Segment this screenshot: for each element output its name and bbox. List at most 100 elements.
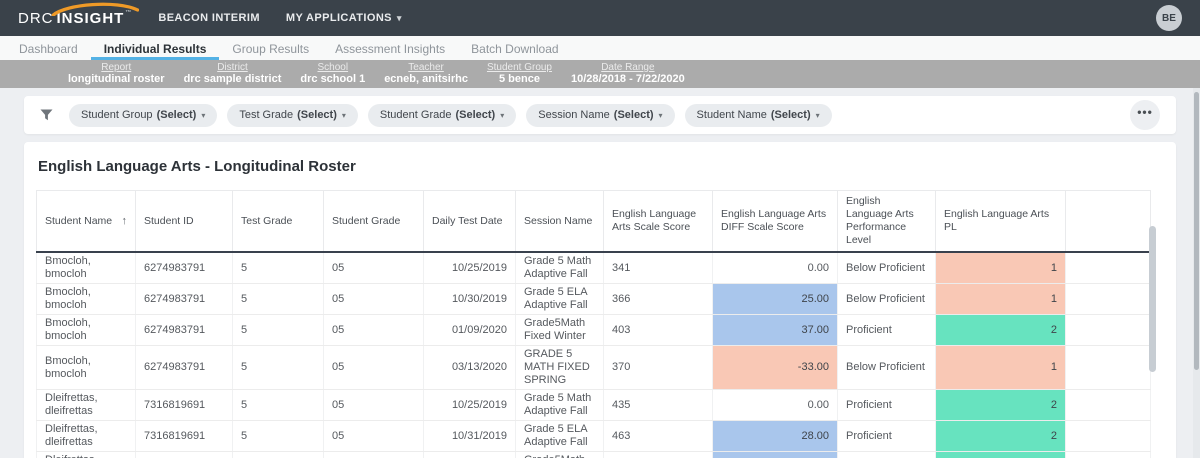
cell-pl: 2 (935, 314, 1066, 346)
cell-perf: Below Proficient (837, 252, 936, 284)
logo-text-insight: INSIGHT™ (51, 2, 139, 27)
cell-scale: 403 (603, 314, 713, 346)
column-header-perf[interactable]: English Language Arts Performance Level (837, 190, 936, 253)
tab-dashboard[interactable]: Dashboard (6, 36, 91, 60)
window-scrollbar-track[interactable] (1193, 88, 1200, 458)
cell-session: Grade5Math Fixed Winter (515, 314, 604, 346)
cell-date: 01/09/2020 (423, 451, 516, 458)
filter-pill-session-name[interactable]: Session Name (Select) ▾ (526, 103, 675, 127)
context-value: longitudinal roster (68, 73, 165, 85)
context-label: Report (101, 62, 132, 73)
column-header-id[interactable]: Student ID (135, 190, 233, 253)
context-value: drc school 1 (300, 73, 366, 85)
column-header-student-grade[interactable]: Student Grade (323, 190, 424, 253)
filter-pill-test-grade[interactable]: Test Grade (Select) ▾ (227, 103, 358, 127)
cell-name: Bmocloh, bmocloh (36, 252, 136, 284)
cell-perf: Proficient (837, 389, 936, 421)
report-context-bar: Report longitudinal roster District drc sam… (0, 60, 1200, 88)
logo-text-drc: DRC (18, 9, 54, 27)
column-header-scale[interactable]: English Language Arts Scale Score (603, 190, 713, 253)
cell-diff: -33.00 (712, 345, 838, 390)
context-value: 5 bence (498, 73, 540, 85)
cell-pl: 1 (935, 345, 1066, 390)
cell-date: 10/25/2019 (423, 252, 516, 284)
window-scrollbar-thumb[interactable] (1194, 92, 1199, 370)
filter-pills: Student Group (Select) ▾ Test Grade (Select)… (69, 103, 842, 127)
cell-pl: 1 (935, 252, 1066, 284)
cell-test-grade: 5 (232, 451, 324, 458)
sort-ascending-icon: ↑ (121, 214, 128, 227)
cell-pl: 2 (935, 420, 1066, 452)
tab-batch-download[interactable]: Batch Download (458, 36, 571, 60)
context-value: 10/28/2018 - 7/22/2020 (571, 73, 685, 85)
cell-name: Dleifrettas, dleifrettas (36, 389, 136, 421)
filter-funnel-icon[interactable] (40, 109, 53, 121)
context-item-teacher: Teacher ecneb, anitsirhc (384, 62, 468, 86)
cell-spacer (1065, 252, 1151, 284)
cell-perf: Proficient (837, 420, 936, 452)
tab-assessment-insights[interactable]: Assessment Insights (322, 36, 458, 60)
cell-name: Bmocloh, bmocloh (36, 283, 136, 315)
cell-diff: 0.00 (712, 389, 838, 421)
cell-session: Grade 5 ELA Adaptive Fall (515, 283, 604, 315)
column-header-diff[interactable]: English Language Arts DIFF Scale Score (712, 190, 838, 253)
table-row: Dleifrettas, dleifrettas 7316819691 5 05 10/… (36, 389, 1151, 421)
cell-diff: 28.00 (712, 420, 838, 452)
page-body: Student Group (Select) ▾ Test Grade (Select)… (0, 88, 1200, 458)
cell-name: Dleifrettas, dleifrettas (36, 420, 136, 452)
chevron-down-icon: ▾ (201, 110, 206, 120)
cell-scale: 435 (603, 389, 713, 421)
cell-session: Grade 5 ELA Adaptive Fall (515, 420, 604, 452)
filter-pill-student-group[interactable]: Student Group (Select) ▾ (69, 103, 218, 127)
tab-individual-results[interactable]: Individual Results (90, 36, 220, 60)
column-header-session[interactable]: Session Name (515, 190, 604, 253)
context-value: ecneb, anitsirhc (384, 73, 468, 85)
cell-spacer (1065, 283, 1151, 315)
cell-id: 7316819691 (135, 451, 233, 458)
product-name-label: BEACON INTERIM (158, 12, 260, 24)
cell-id: 6274983791 (135, 283, 233, 315)
chevron-down-icon: ▾ (815, 110, 820, 120)
cell-date: 01/09/2020 (423, 314, 516, 346)
context-item-student-group: Student Group 5 bence (487, 62, 552, 86)
nav-tabs: Dashboard Individual Results Group Results… (0, 36, 1200, 60)
cell-date: 10/25/2019 (423, 389, 516, 421)
column-header-date[interactable]: Daily Test Date (423, 190, 516, 253)
chevron-down-icon: ▾ (658, 110, 663, 120)
cell-test-grade: 5 (232, 420, 324, 452)
cell-scale: 370 (603, 345, 713, 390)
filter-pill-student-grade[interactable]: Student Grade (Select) ▾ (367, 103, 517, 127)
cell-diff: 0.00 (712, 252, 838, 284)
column-header-test-grade[interactable]: Test Grade (232, 190, 324, 253)
cell-student-grade: 05 (323, 420, 424, 452)
context-item-report: Report longitudinal roster (68, 62, 165, 86)
cell-spacer (1065, 420, 1151, 452)
results-card: English Language Arts - Longitudinal Ros… (24, 142, 1176, 458)
filter-pill-student-name[interactable]: Student Name (Select) ▾ (684, 103, 832, 127)
cell-spacer (1065, 451, 1151, 458)
cell-date: 03/13/2020 (423, 345, 516, 390)
context-item-date-range: Date Range 10/28/2018 - 7/22/2020 (571, 62, 685, 86)
column-header-pl[interactable]: English Language Arts PL (935, 190, 1066, 253)
table-row: Bmocloh, bmocloh 6274983791 5 05 01/09/2020 G… (36, 314, 1151, 346)
cell-student-grade: 05 (323, 314, 424, 346)
table-row: Dleifrettas, dleifrettas731681969150501/… (36, 451, 1151, 458)
tab-group-results[interactable]: Group Results (219, 36, 322, 60)
cell-id: 6274983791 (135, 314, 233, 346)
user-avatar[interactable]: BE (1156, 5, 1182, 31)
chevron-down-icon: ▾ (500, 110, 505, 120)
column-header-name[interactable]: Student Name ↑ (36, 190, 136, 253)
column-header-spacer[interactable] (1065, 190, 1151, 253)
drc-insight-logo[interactable]: DRC INSIGHT™ (18, 2, 139, 27)
context-label: Date Range (601, 62, 655, 73)
context-label: School (317, 62, 349, 73)
table-vertical-scrollbar-thumb[interactable] (1149, 226, 1156, 372)
cell-perf: Proficient (837, 314, 936, 346)
cell-student-grade: 05 (323, 252, 424, 284)
more-options-button[interactable]: ••• (1130, 100, 1160, 130)
cell-session: Grade 5 Math Adaptive Fall (515, 389, 604, 421)
cell-diff: 38.00 (712, 451, 838, 458)
cell-student-grade: 05 (323, 283, 424, 315)
cell-id: 6274983791 (135, 345, 233, 390)
my-applications-menu[interactable]: MY APPLICATIONS ▾ (286, 12, 402, 24)
